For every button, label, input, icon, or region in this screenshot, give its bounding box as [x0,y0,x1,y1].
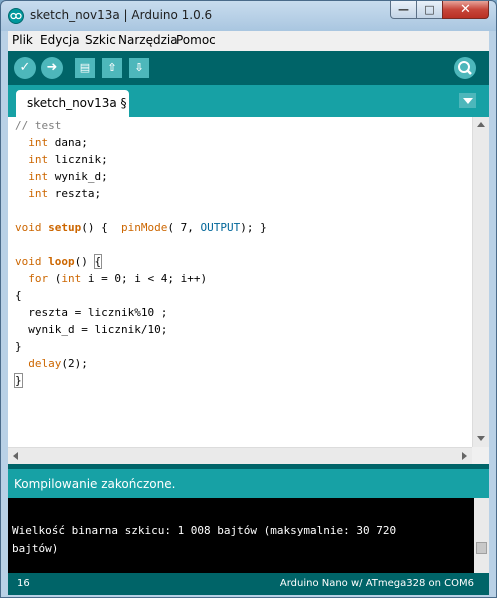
title-bar: sketch_nov13a | Arduino 1.0.6 — □ ✕ [1,1,496,31]
type-keyword: void [15,221,42,234]
code-line-3: int licznik; [15,151,108,168]
code-text: ); } [240,221,267,234]
save-icon: ⇩ [134,61,144,74]
console-output: Wielkość binarna szkicu: 1 008 bajtów (m… [8,498,489,573]
constant: OUTPUT [200,221,241,234]
code-text: (2); [61,357,88,370]
open-icon: ⇧ [107,61,117,74]
code-text: wynik_d; [48,170,108,183]
code-line-16: } [14,372,23,389]
status-message: Kompilowanie zakończone. [14,477,176,491]
maximize-button[interactable]: □ [416,1,443,19]
scrollbar-corner [472,447,489,464]
upload-icon: ➜ [46,60,58,75]
verify-button[interactable]: ✓ [14,57,36,79]
code-line-9: void loop() { [15,253,103,270]
code-text: () [74,255,95,268]
magnifier-icon [458,61,472,75]
toolbar: ✓ ➜ ▤ ⇧ ⇩ [8,51,489,85]
code-line-7: void setup() { pinMode( 7, OUTPUT); } [15,219,267,236]
type-keyword: void [15,255,42,268]
console-scroll-thumb[interactable] [476,542,487,554]
window-title: sketch_nov13a | Arduino 1.0.6 [30,8,213,22]
comment: // test [15,119,62,132]
scroll-up-icon[interactable] [477,122,485,127]
close-button[interactable]: ✕ [442,1,489,19]
status-bar: Kompilowanie zakończone. [8,469,489,498]
editor-horizontal-scrollbar[interactable] [8,447,472,464]
code-line-15: delay(2); [15,355,88,372]
tab-sketch[interactable]: sketch_nov13a § [16,90,129,117]
menu-bar: Plik Edycja Szkic Narzędzia Pomoc [8,31,489,51]
code-line-4: int wynik_d; [15,168,108,185]
code-line-10: for (int i = 0; i < 4; i++) [15,270,207,287]
code-line-13: wynik_d = licznik/10; [15,323,168,336]
minimize-icon: — [398,3,409,16]
menu-pomoc[interactable]: Pomoc [176,33,216,47]
code-text: ( 7, [167,221,201,234]
tab-label: sketch_nov13a § [27,96,127,110]
new-icon: ▤ [79,61,91,74]
code-text: ( [48,272,62,285]
code-text: i = 0; i < 4; i++) [81,272,208,285]
code-line-2: int dana; [15,134,88,151]
menu-szkic[interactable]: Szkic [85,33,116,47]
code-line-5: int reszta; [15,185,101,202]
new-button[interactable]: ▤ [75,58,95,78]
footer-bar: 16 Arduino Nano w/ ATmega328 on COM6 [8,573,489,595]
code-text: dana; [48,136,88,149]
upload-button[interactable]: ➜ [41,57,63,79]
matched-bracket: } [14,373,23,388]
menu-plik[interactable]: Plik [12,33,33,47]
code-text: () { [81,221,121,234]
board-info: Arduino Nano w/ ATmega328 on COM6 [279,578,474,589]
type-keyword: int [28,153,49,166]
arduino-ide-window: sketch_nov13a | Arduino 1.0.6 — □ ✕ Plik… [0,0,497,598]
function-name: loop [48,255,75,268]
type-keyword: int [61,272,82,285]
arduino-app-icon [8,8,24,24]
code-line-12: reszta = licznik%10 ; [15,306,168,319]
verify-icon: ✓ [19,60,31,75]
code-text: reszta; [48,187,102,200]
code-editor[interactable]: // test int dana; int licznik; int wynik… [8,117,489,464]
function-call: delay [28,357,62,370]
line-number: 16 [17,578,30,589]
menu-narzedzia[interactable]: Narzędzia [118,33,178,47]
console-text: Wielkość binarna szkicu: 1 008 bajtów (m… [12,524,397,555]
code-line-1: // test [15,117,61,134]
save-button[interactable]: ⇩ [129,58,149,78]
maximize-icon: □ [424,3,435,16]
type-keyword: int [28,170,49,183]
close-icon: ✕ [460,2,471,17]
console-scrollbar[interactable] [474,498,489,573]
type-keyword: int [28,187,49,200]
code-line-11: { [15,289,22,302]
serial-monitor-button[interactable] [454,57,476,79]
function-name: setup [48,221,82,234]
type-keyword: int [28,136,49,149]
matched-bracket: { [93,254,103,269]
code-text: licznik; [48,153,108,166]
scroll-left-icon[interactable] [13,452,18,460]
scroll-down-icon[interactable] [477,436,485,441]
loop-keyword: for [28,272,49,285]
editor-vertical-scrollbar[interactable] [472,117,489,447]
tab-bar: sketch_nov13a § [8,85,489,117]
text-caret [21,374,23,388]
tab-menu-button[interactable] [459,93,476,108]
menu-edycja[interactable]: Edycja [40,33,80,47]
scroll-right-icon[interactable] [462,452,467,460]
minimize-button[interactable]: — [390,1,417,19]
open-button[interactable]: ⇧ [102,58,122,78]
code-line-14: } [15,340,22,353]
function-call: pinMode [121,221,168,234]
